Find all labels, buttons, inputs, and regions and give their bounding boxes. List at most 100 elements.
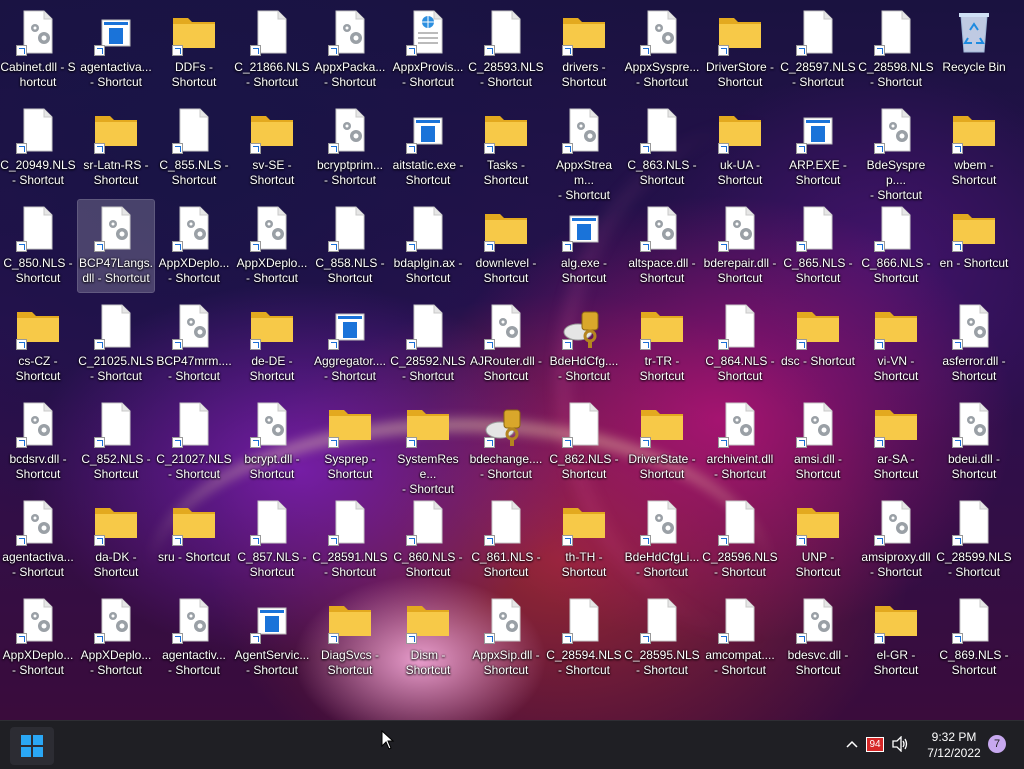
desktop-icon[interactable]: C_865.NLS - Shortcut [780,200,856,292]
desktop-icon[interactable]: bdesvc.dll - Shortcut [780,592,856,684]
desktop-icon[interactable]: sr-Latn-RS - Shortcut [78,102,154,194]
desktop-icon[interactable]: de-DE - Shortcut [234,298,310,390]
desktop-icon[interactable]: bdechange.... - Shortcut [468,396,544,488]
desktop-icon[interactable]: DriverStore - Shortcut [702,4,778,96]
desktop-icon[interactable]: BdeHdCfgLi... - Shortcut [624,494,700,586]
desktop-icon[interactable]: bcryptprim... - Shortcut [312,102,388,194]
desktop-icon[interactable]: AppxSyspre... - Shortcut [624,4,700,96]
desktop-icon[interactable]: C_20949.NLS - Shortcut [0,102,76,194]
desktop-icon[interactable]: ARP.EXE - Shortcut [780,102,856,194]
desktop-icon[interactable]: C_28596.NLS - Shortcut [702,494,778,586]
desktop-icon[interactable]: C_28591.NLS - Shortcut [312,494,388,586]
desktop-icon[interactable]: C_28595.NLS - Shortcut [624,592,700,684]
desktop-icon[interactable]: AgentServic... - Shortcut [234,592,310,684]
desktop-icon[interactable]: ar-SA - Shortcut [858,396,934,488]
desktop-icon[interactable]: Tasks - Shortcut [468,102,544,194]
desktop-icon[interactable]: C_864.NLS - Shortcut [702,298,778,390]
battery-tray-button[interactable]: 94 [866,733,884,755]
desktop-icon[interactable]: BdeHdCfg.... - Shortcut [546,298,622,390]
desktop-icon[interactable]: BCP47Langs. dll - Shortcut [77,199,155,293]
clock[interactable]: 9:32 PM 7/12/2022 [916,729,992,761]
desktop-icon[interactable]: C_855.NLS - Shortcut [156,102,232,194]
desktop-icon-image [950,302,998,350]
desktop-icon[interactable]: bcrypt.dll - Shortcut [234,396,310,488]
desktop-icon[interactable]: vi-VN - Shortcut [858,298,934,390]
desktop-icon[interactable]: C_857.NLS - Shortcut [234,494,310,586]
desktop-icon[interactable]: DDFs - Shortcut [156,4,232,96]
desktop-icon[interactable]: AppxProvis... - Shortcut [390,4,466,96]
desktop-icon[interactable]: C_860.NLS - Shortcut [390,494,466,586]
desktop-icon[interactable]: downlevel - Shortcut [468,200,544,292]
desktop-icon[interactable]: bdeui.dll - Shortcut [936,396,1012,488]
desktop-icon[interactable]: wbem - Shortcut [936,102,1012,194]
desktop-icon[interactable]: BCP47mrm.... - Shortcut [156,298,232,390]
desktop-icon[interactable]: sru - Shortcut [156,494,232,586]
desktop-icon[interactable]: da-DK - Shortcut [78,494,154,586]
desktop-icon[interactable]: C_21025.NLS - Shortcut [78,298,154,390]
desktop-icon[interactable]: th-TH - Shortcut [546,494,622,586]
desktop-icon[interactable]: C_850.NLS - Shortcut [0,200,76,292]
desktop-icon[interactable]: asferror.dll - Shortcut [936,298,1012,390]
desktop-icon[interactable]: C_28592.NLS - Shortcut [390,298,466,390]
desktop-icon[interactable]: agentactiv... - Shortcut [156,592,232,684]
desktop-icon[interactable]: Sysprep - Shortcut [312,396,388,488]
desktop-icon[interactable]: drivers - Shortcut [546,4,622,96]
desktop-icon[interactable]: bderepair.dll - Shortcut [702,200,778,292]
notification-badge[interactable]: 7 [988,735,1006,753]
desktop-icon[interactable]: amsi.dll - Shortcut [780,396,856,488]
desktop-icon[interactable]: sv-SE - Shortcut [234,102,310,194]
desktop-icon[interactable]: dsc - Shortcut [780,298,856,390]
desktop-icon[interactable]: altspace.dll - Shortcut [624,200,700,292]
desktop-icon[interactable]: bcdsrv.dll - Shortcut [0,396,76,488]
desktop-icon[interactable]: agentactiva... - Shortcut [78,4,154,96]
desktop-icon[interactable]: C_869.NLS - Shortcut [936,592,1012,684]
desktop-icon[interactable]: amcompat.... - Shortcut [702,592,778,684]
desktop-icon[interactable]: AppXDeplo... - Shortcut [234,200,310,292]
desktop-icon[interactable]: Cabinet.dll - Shortcut [0,4,76,96]
desktop-icon[interactable]: AppxSip.dll - Shortcut [468,592,544,684]
desktop-icon[interactable]: C_863.NLS - Shortcut [624,102,700,194]
desktop-icon[interactable]: C_21866.NLS - Shortcut [234,4,310,96]
desktop-icon[interactable]: agentactiva... - Shortcut [0,494,76,586]
desktop-icon[interactable]: AppxStream... - Shortcut [546,102,622,202]
desktop-icon[interactable]: AppXDeplo... - Shortcut [0,592,76,684]
desktop-icon[interactable]: amsiproxy.dll - Shortcut [858,494,934,586]
desktop-icon[interactable]: C_852.NLS - Shortcut [78,396,154,488]
desktop-icon[interactable]: C_28597.NLS - Shortcut [780,4,856,96]
desktop-icon[interactable]: C_28599.NLS - Shortcut [936,494,1012,586]
show-hidden-icons-button[interactable] [842,733,862,755]
shortcut-arrow-icon [250,241,261,252]
desktop-icon[interactable]: C_28593.NLS - Shortcut [468,4,544,96]
desktop-icon[interactable]: AppXDeplo... - Shortcut [78,592,154,684]
start-button[interactable] [10,727,54,765]
desktop-icon[interactable]: tr-TR - Shortcut [624,298,700,390]
desktop-icon[interactable]: C_862.NLS - Shortcut [546,396,622,488]
desktop-icon[interactable]: C_861.NLS - Shortcut [468,494,544,586]
desktop-icon[interactable]: BdeSysprep.... - Shortcut [858,102,934,202]
desktop-icon[interactable]: aitstatic.exe - Shortcut [390,102,466,194]
desktop-icon[interactable]: C_858.NLS - Shortcut [312,200,388,292]
desktop-icon[interactable]: archiveint.dll - Shortcut [702,396,778,488]
desktop-icon[interactable]: en - Shortcut [936,200,1012,292]
desktop-icon[interactable]: C_28598.NLS - Shortcut [858,4,934,96]
desktop-icon[interactable]: el-GR - Shortcut [858,592,934,684]
desktop-icon[interactable]: Aggregator.... - Shortcut [312,298,388,390]
desktop-icon[interactable]: C_866.NLS - Shortcut [858,200,934,292]
volume-tray-button[interactable] [890,733,912,755]
desktop-icon[interactable]: C_28594.NLS - Shortcut [546,592,622,684]
desktop-icon-image [560,8,608,56]
desktop-icon[interactable]: C_21027.NLS - Shortcut [156,396,232,488]
desktop-icon[interactable]: AppXDeplo... - Shortcut [156,200,232,292]
desktop-icon[interactable]: Dism - Shortcut [390,592,466,684]
desktop-icon[interactable]: alg.exe - Shortcut [546,200,622,292]
desktop-icon[interactable]: DiagSvcs - Shortcut [312,592,388,684]
desktop-icon[interactable]: Recycle Bin [936,4,1012,96]
desktop-icon[interactable]: bdaplgin.ax - Shortcut [390,200,466,292]
desktop-icon[interactable]: uk-UA - Shortcut [702,102,778,194]
desktop-icon[interactable]: cs-CZ - Shortcut [0,298,76,390]
desktop-icon[interactable]: SystemRese... - Shortcut [390,396,466,496]
desktop-icon[interactable]: AppxPacka... - Shortcut [312,4,388,96]
desktop-icon[interactable]: AJRouter.dll - Shortcut [468,298,544,390]
desktop-icon[interactable]: UNP - Shortcut [780,494,856,586]
desktop-icon[interactable]: DriverState - Shortcut [624,396,700,488]
